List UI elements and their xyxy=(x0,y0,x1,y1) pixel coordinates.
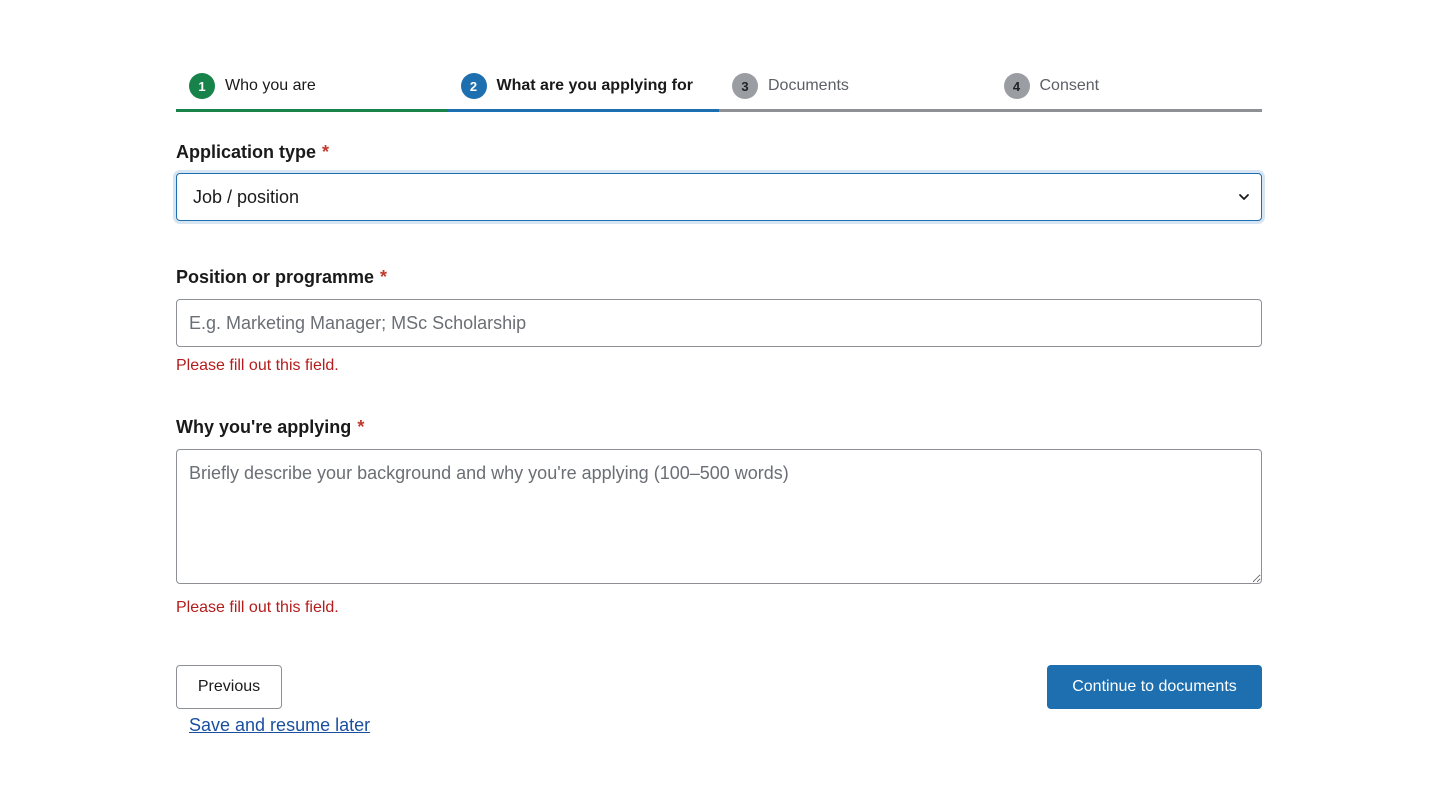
why-applying-label: Why you're applying * xyxy=(176,417,364,438)
required-asterisk: * xyxy=(380,267,388,287)
step-label: Consent xyxy=(1039,77,1100,94)
step-number: 4 xyxy=(1003,73,1030,99)
step-progress-bar xyxy=(719,109,991,112)
step-label: Documents xyxy=(768,77,849,94)
step-what-are-you-applying-for[interactable]: 2 What are you applying for xyxy=(447,64,719,112)
required-asterisk: * xyxy=(322,142,330,162)
why-applying-error-message: Please fill out this field. xyxy=(176,599,339,616)
progress-stepper: 1 Who you are 2 What are you applying fo… xyxy=(176,64,1262,112)
why-applying-textarea[interactable] xyxy=(176,449,1262,584)
step-progress-bar xyxy=(990,109,1262,112)
chevron-down-icon xyxy=(1239,194,1249,200)
label-text: Why you're applying xyxy=(176,417,352,437)
label-text: Position or programme xyxy=(176,267,375,287)
step-label: Who you are xyxy=(225,77,316,94)
label-text: Application type xyxy=(176,142,317,162)
previous-button[interactable]: Previous xyxy=(176,665,282,709)
position-label: Position or programme * xyxy=(176,267,387,288)
save-and-resume-link[interactable]: Save and resume later xyxy=(189,715,370,736)
step-number: 3 xyxy=(732,73,758,99)
step-number: 1 xyxy=(189,73,215,99)
step-number: 2 xyxy=(460,73,487,99)
step-label: What are you applying for xyxy=(496,77,693,94)
continue-to-documents-button[interactable]: Continue to documents xyxy=(1047,665,1262,709)
required-asterisk: * xyxy=(357,417,365,437)
application-type-select[interactable]: Job / position xyxy=(176,173,1262,221)
select-value: Job / position xyxy=(193,186,300,207)
step-documents[interactable]: 3 Documents xyxy=(719,64,991,112)
application-type-label: Application type * xyxy=(176,142,329,163)
step-progress-bar xyxy=(447,109,719,112)
position-input[interactable] xyxy=(176,299,1262,347)
step-progress-bar xyxy=(176,109,448,112)
position-error-message: Please fill out this field. xyxy=(176,357,339,374)
step-consent[interactable]: 4 Consent xyxy=(990,64,1262,112)
step-who-you-are[interactable]: 1 Who you are xyxy=(176,64,448,112)
